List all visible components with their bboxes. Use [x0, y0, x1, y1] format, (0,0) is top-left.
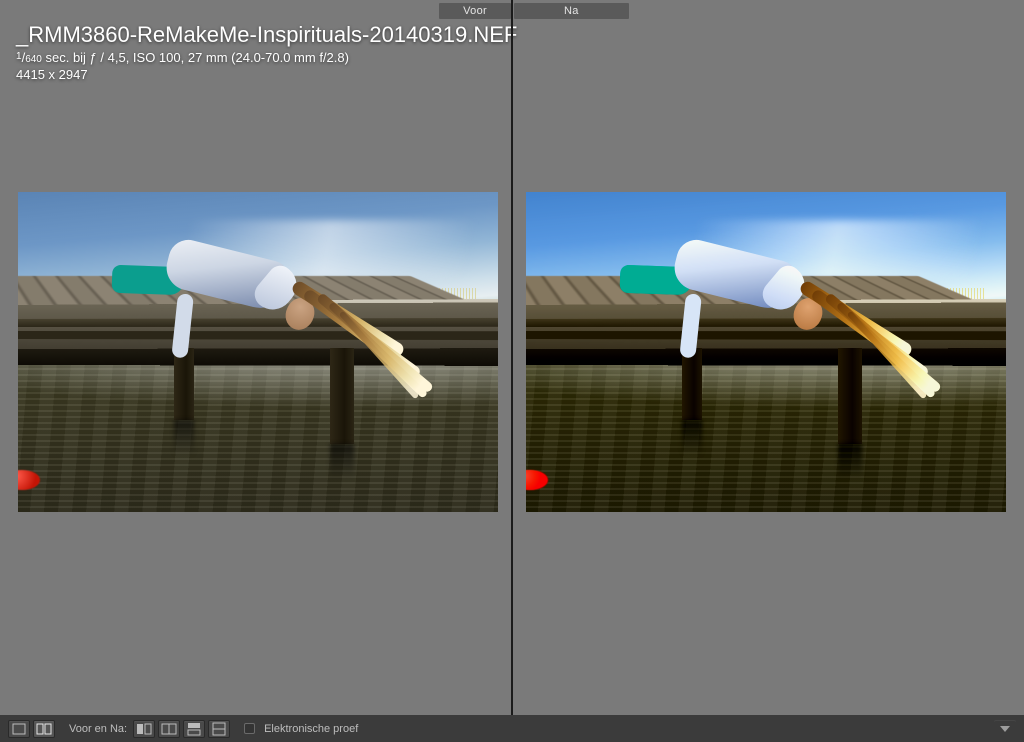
compare-layout-group: [133, 720, 230, 738]
filename-text: _RMM3860-ReMakeMe-Inspirituals-20140319.…: [16, 22, 517, 48]
split-divider[interactable]: [511, 0, 513, 715]
bottom-toolbar: Voor en Na: Elektronische proef: [0, 715, 1024, 742]
softproof-group: Elektronische proef: [244, 723, 364, 735]
dimensions-text: 4415 x 2947: [16, 67, 517, 82]
shutter-numerator: 1: [16, 51, 22, 62]
exposure-rest: sec. bij ƒ / 4,5, ISO 100, 27 mm (24.0-7…: [42, 50, 349, 65]
chevron-down-icon: [1000, 726, 1010, 732]
before-after-label: Voor en Na:: [69, 723, 127, 735]
after-label: Na: [514, 3, 629, 19]
layout-top-bottom-button[interactable]: [183, 720, 205, 738]
before-image: [18, 192, 498, 512]
image-info-overlay: _RMM3860-ReMakeMe-Inspirituals-20140319.…: [16, 22, 517, 82]
exposure-text: 1/640 sec. bij ƒ / 4,5, ISO 100, 27 mm (…: [16, 50, 517, 65]
compare-yy-button[interactable]: [33, 720, 55, 738]
compare-canvas: Voor Na _RMM3860-ReMakeMe-Inspirituals-2…: [0, 0, 1024, 715]
layout-split-lr-button[interactable]: [158, 720, 180, 738]
layout-left-right-button[interactable]: [133, 720, 155, 738]
softproof-checkbox[interactable]: [244, 723, 255, 734]
before-label: Voor: [439, 3, 511, 19]
loupe-view-button[interactable]: [8, 720, 30, 738]
before-pane[interactable]: [18, 192, 498, 512]
view-mode-group: [8, 720, 55, 738]
toolbar-menu-button[interactable]: [994, 720, 1016, 738]
after-pane[interactable]: [526, 192, 1006, 512]
softproof-label: Elektronische proef: [264, 723, 358, 735]
shutter-denominator: 640: [25, 54, 42, 65]
after-image: [526, 192, 1006, 512]
layout-split-tb-button[interactable]: [208, 720, 230, 738]
